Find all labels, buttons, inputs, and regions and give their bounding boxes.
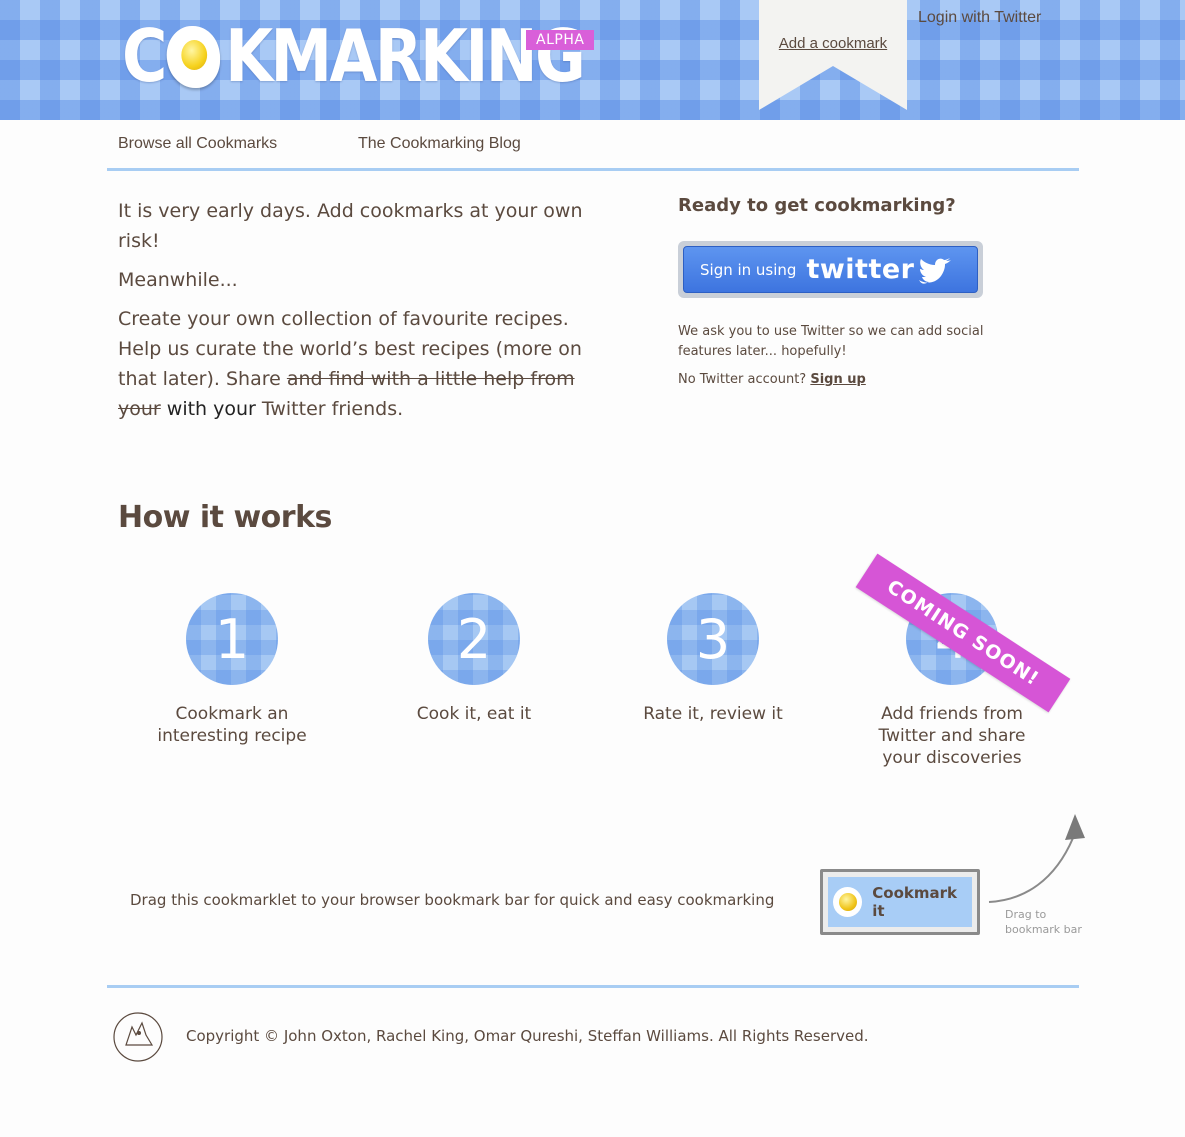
site-header: C KMARKING ALPHA Add a cookmark Login wi… [0, 0, 1185, 120]
nav-cookmarking-blog[interactable]: The Cookmarking Blog [358, 135, 521, 153]
step-label: Cookmark an interesting recipe [157, 704, 307, 746]
drag-arrow-icon [988, 814, 1085, 903]
twitter-friends-text: Twitter friends. [261, 398, 404, 420]
cookmark-it-label: Cookmark it [872, 884, 957, 920]
step-label: Rate it, review it [643, 704, 783, 724]
early-days-text: It is very early days. Add cookmarks at … [118, 200, 583, 252]
nav-divider [107, 168, 1079, 171]
twitter-bird-icon [918, 257, 951, 284]
cookmark-it-bookmarklet[interactable]: Cookmark it [820, 869, 980, 935]
step-label: Cook it, eat it [416, 704, 532, 724]
step-number-circle: 2 [428, 593, 520, 685]
sign-in-using-text: Sign in using [700, 260, 797, 279]
drag-hint-line1: Drag to [1005, 908, 1047, 921]
site-logo[interactable]: C KMARKING [122, 6, 586, 106]
drag-hint-line2: bookmark bar [1005, 923, 1082, 936]
sign-in-with-twitter-button[interactable]: Sign in using twitter [678, 241, 983, 298]
no-twitter-account: No Twitter account? Sign up [678, 372, 866, 387]
team-made-by-donkey-logo [113, 1012, 163, 1062]
logo-text-end: KMARKING [225, 14, 586, 98]
twitter-reason-note: We ask you to use Twitter so we can add … [678, 324, 984, 359]
step-2: 2 Cook it, eat it [354, 593, 594, 725]
step-label: Add friends from Twitter and share your … [878, 704, 1026, 768]
meanwhile-text: Meanwhile... [118, 269, 238, 291]
no-account-text: No Twitter account? [678, 372, 807, 387]
footer-divider [107, 985, 1079, 988]
egg-icon [833, 887, 863, 917]
with-your-text: with your [166, 398, 256, 420]
logo-text-start: C [122, 14, 167, 98]
add-cookmark-link[interactable]: Add a cookmark [759, 35, 907, 52]
sign-up-link[interactable]: Sign up [810, 372, 865, 387]
nav-browse-all-cookmarks[interactable]: Browse all Cookmarks [118, 135, 277, 153]
copyright-text: Copyright © John Oxton, Rachel King, Oma… [186, 1027, 869, 1045]
login-with-twitter-link[interactable]: Login with Twitter [918, 9, 1041, 27]
step-number-circle: 3 [667, 593, 759, 685]
drag-hint: Drag to bookmark bar [1005, 907, 1082, 937]
add-cookmark-ribbon [759, 0, 907, 110]
step-number-circle: 1 [186, 593, 278, 685]
signin-heading: Ready to get cookmarking? [678, 195, 956, 216]
bookmarklet-instructions: Drag this cookmarklet to your browser bo… [130, 891, 775, 909]
fried-egg-icon [166, 22, 220, 90]
twitter-wordmark: twitter [806, 254, 915, 285]
step-3: 3 Rate it, review it [593, 593, 833, 725]
intro-text: It is very early days. Add cookmarks at … [118, 196, 588, 433]
description-text: Create your own collection of favourite … [118, 304, 588, 424]
step-1: 1 Cookmark an interesting recipe [112, 593, 352, 747]
how-it-works-heading: How it works [118, 500, 332, 535]
alpha-badge: ALPHA [526, 30, 595, 50]
